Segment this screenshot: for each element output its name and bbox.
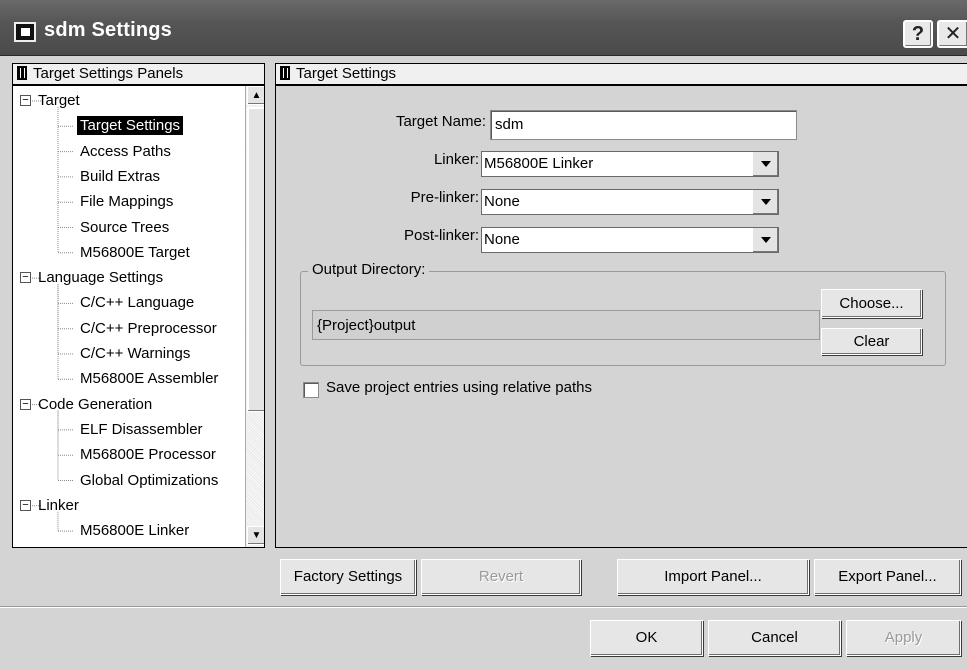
tree-item-label: Target xyxy=(38,92,80,109)
choose-button[interactable]: Choose... xyxy=(821,289,922,318)
window-title: sdm Settings xyxy=(44,19,172,41)
tree-item-label: Language Settings xyxy=(38,269,164,287)
tree-item[interactable]: Build Extras xyxy=(77,164,163,189)
tree-item[interactable]: M56800E Linker xyxy=(77,518,192,543)
cancel-button[interactable]: Cancel xyxy=(708,620,841,656)
tree-item-label: M56800E Processor xyxy=(80,446,216,464)
postlinker-value: None xyxy=(484,231,520,248)
scroll-up-icon[interactable]: ▲ xyxy=(247,86,264,105)
collapse-icon[interactable]: − xyxy=(20,499,31,511)
tree-item-label: ELF Disassembler xyxy=(80,420,203,438)
target-settings-panel: Target Name: sdm Linker: M56800E Linker … xyxy=(275,85,967,548)
scroll-thumb[interactable] xyxy=(247,107,264,412)
tree-item-label: Source Trees xyxy=(80,218,170,236)
button-separator xyxy=(0,606,967,608)
tree-item-label: Linker xyxy=(38,496,79,514)
tree-item-label: C/C++ Warnings xyxy=(80,345,191,362)
linker-label: Linker: xyxy=(433,151,479,168)
tree-item-label: File Mappings xyxy=(80,193,174,211)
tree-group[interactable]: − Language Settings xyxy=(20,265,166,290)
tree-item-label: M56800E Assembler xyxy=(80,370,219,388)
tree-item[interactable]: C/C++ Warnings xyxy=(77,341,193,366)
settings-tree[interactable]: − Target Target Settings Access Paths Build … xyxy=(12,85,265,548)
app-icon xyxy=(14,22,36,42)
apply-button[interactable]: Apply xyxy=(846,620,961,656)
collapse-icon[interactable]: − xyxy=(20,95,31,106)
output-directory-label: Output Directory: xyxy=(308,261,430,278)
tree-item-label: Target Settings xyxy=(77,116,184,136)
prelinker-value: None xyxy=(484,193,520,210)
tree-group[interactable]: − Linker xyxy=(20,493,82,518)
tree-group[interactable]: − Target xyxy=(20,88,83,113)
factory-settings-button[interactable]: Factory Settings xyxy=(280,559,416,595)
chevron-down-icon[interactable] xyxy=(752,190,778,214)
settings-dialog: sdm Settings ? ✕ Target Settings Panels … xyxy=(0,0,967,669)
relative-paths-checkbox[interactable] xyxy=(303,382,319,398)
tree-item-label: M56800E Linker xyxy=(80,522,190,540)
tree-item-label: Access Paths xyxy=(80,142,171,160)
tree-item[interactable]: C/C++ Preprocessor xyxy=(77,316,220,341)
tree-item[interactable]: Target Settings xyxy=(77,113,184,138)
tree-item[interactable]: Source Trees xyxy=(77,215,172,240)
tree-item[interactable]: C/C++ Language xyxy=(77,290,197,315)
target-name-input[interactable]: sdm xyxy=(490,110,797,140)
tree-item[interactable]: M56800E Processor xyxy=(77,442,219,467)
tree-item[interactable]: Access Paths xyxy=(77,139,174,164)
ok-button[interactable]: OK xyxy=(590,620,703,656)
linker-select[interactable]: M56800E Linker xyxy=(481,151,779,177)
tree-item-label: C/C++ Preprocessor xyxy=(80,319,217,337)
clear-button[interactable]: Clear xyxy=(821,328,922,355)
prelinker-label: Pre-linker: xyxy=(410,189,479,206)
tree-item[interactable]: M56800E Target xyxy=(77,240,193,265)
tree-item-label: C/C++ Language xyxy=(80,294,195,312)
close-icon[interactable]: ✕ xyxy=(937,20,967,48)
panels-header: Target Settings Panels xyxy=(12,63,265,85)
tree-item-label: Build Extras xyxy=(80,167,161,185)
title-bar[interactable]: sdm Settings ? ✕ xyxy=(0,0,967,56)
scroll-down-icon[interactable]: ▼ xyxy=(247,526,264,545)
relative-paths-label[interactable]: Save project entries using relative path… xyxy=(326,379,592,396)
collapse-icon[interactable]: − xyxy=(20,272,31,284)
tree-item[interactable]: File Mappings xyxy=(77,189,176,214)
import-panel-button[interactable]: Import Panel... xyxy=(617,559,809,595)
panel-title: Target Settings xyxy=(296,65,397,82)
chevron-down-icon[interactable] xyxy=(752,228,778,252)
help-icon[interactable]: ? xyxy=(903,20,933,48)
tree-item-label: Code Generation xyxy=(38,395,153,413)
linker-value: M56800E Linker xyxy=(484,155,594,172)
tree-item-label: M56800E Target xyxy=(80,243,190,261)
prelinker-select[interactable]: None xyxy=(481,189,779,215)
postlinker-label: Post-linker: xyxy=(403,227,479,244)
tree-item[interactable]: ELF Disassembler xyxy=(77,417,206,442)
output-directory-value: {Project}output xyxy=(312,310,820,340)
revert-button[interactable]: Revert xyxy=(421,559,581,595)
export-panel-button[interactable]: Export Panel... xyxy=(814,559,961,595)
target-name-label: Target Name: xyxy=(395,113,486,130)
panel-title-header: Target Settings xyxy=(275,63,967,85)
postlinker-select[interactable]: None xyxy=(481,227,779,253)
tree-scrollbar[interactable]: ▲ ▼ xyxy=(245,86,264,547)
tree-item[interactable]: M56800E Assembler xyxy=(77,366,221,391)
panel-icon xyxy=(280,66,290,80)
chevron-down-icon[interactable] xyxy=(752,152,778,176)
tree-group[interactable]: − Code Generation xyxy=(20,392,155,417)
panel-icon xyxy=(17,66,27,80)
tree-item[interactable]: Global Optimizations xyxy=(77,468,221,493)
collapse-icon[interactable]: − xyxy=(20,398,31,410)
panels-header-label: Target Settings Panels xyxy=(33,65,184,82)
tree-item-label: Global Optimizations xyxy=(80,471,219,489)
